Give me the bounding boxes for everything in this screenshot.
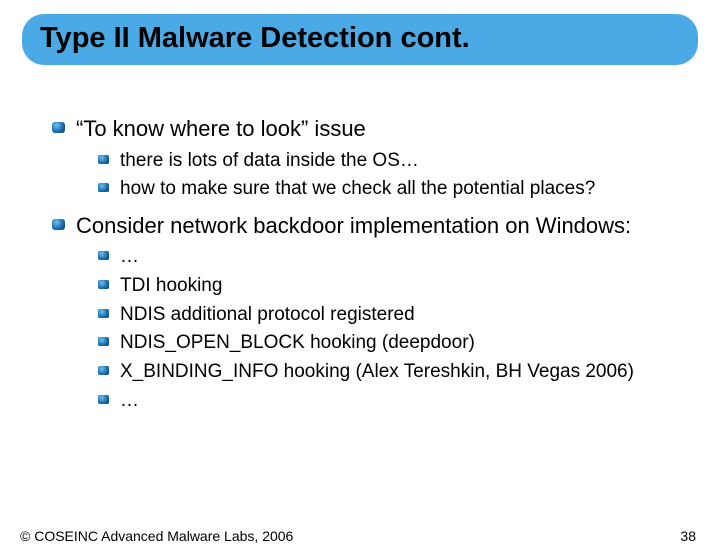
bullet-level2: … <box>98 245 680 270</box>
bullet-level2: … <box>98 389 680 414</box>
slide-title-bar: Type II Malware Detection cont. <box>22 14 698 65</box>
slide-content: “To know where to look” issue there is l… <box>0 65 720 414</box>
bullet-level2: TDI hooking <box>98 274 680 299</box>
bullet-text: “To know where to look” issue <box>76 116 366 141</box>
bullet-level2: NDIS_OPEN_BLOCK hooking (deepdoor) <box>98 331 680 356</box>
bullet-level1: “To know where to look” issue there is l… <box>52 115 680 202</box>
bullet-level2: how to make sure that we check all the p… <box>98 177 680 202</box>
slide-title: Type II Malware Detection cont. <box>40 22 680 55</box>
page-number: 38 <box>680 528 696 544</box>
slide-footer: © COSEINC Advanced Malware Labs, 2006 38 <box>0 528 720 544</box>
footer-copyright: © COSEINC Advanced Malware Labs, 2006 <box>20 528 293 544</box>
bullet-text: Consider network backdoor implementation… <box>76 213 631 238</box>
bullet-level2: X_BINDING_INFO hooking (Alex Tereshkin, … <box>98 360 680 385</box>
bullet-level1: Consider network backdoor implementation… <box>52 212 680 414</box>
bullet-level2: there is lots of data inside the OS… <box>98 149 680 174</box>
bullet-level2: NDIS additional protocol registered <box>98 303 680 328</box>
